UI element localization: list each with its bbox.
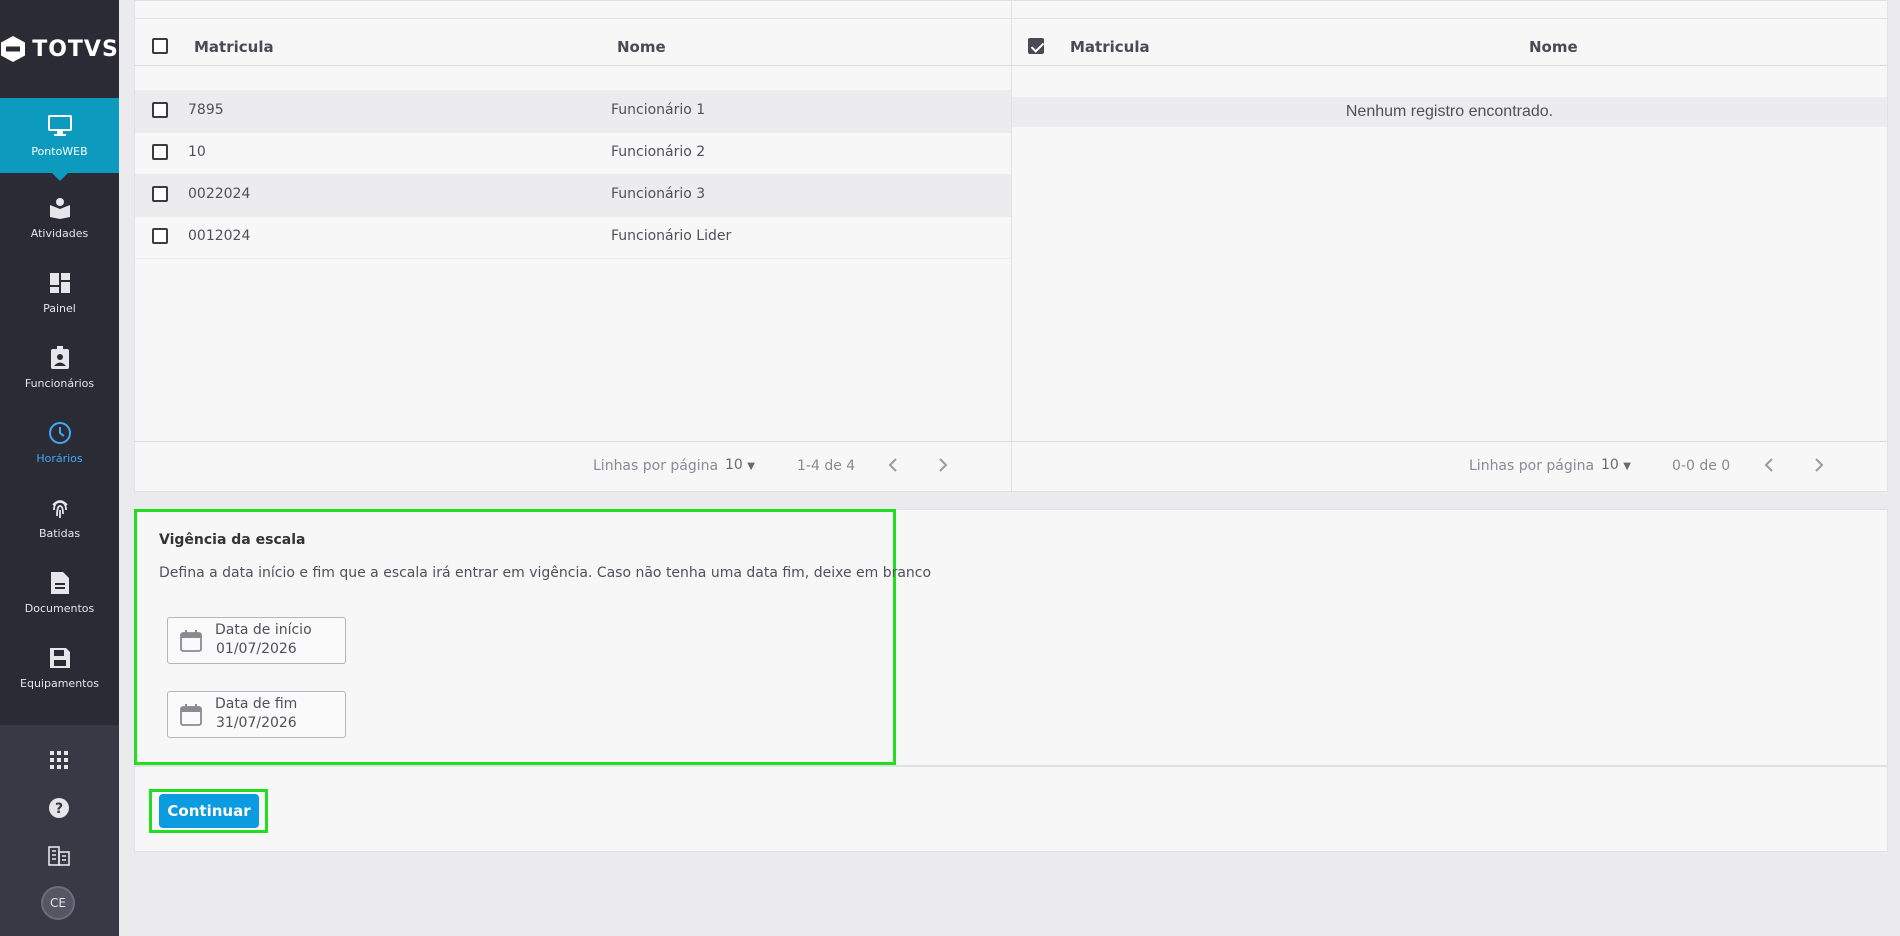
end-date-label: Data de fim [215,696,298,712]
panel-top-strip [135,1,1011,19]
continue-button[interactable]: Continuar [159,794,259,828]
nav-label-atividades: Atividades [30,227,89,240]
end-date-field[interactable]: Data de fim 31/07/2026 [167,691,346,738]
start-date-label: Data de início [215,622,312,638]
nav-item-horarios[interactable]: Horários [0,405,119,480]
totvs-logo-icon [1,36,26,62]
floppy-icon [47,645,73,671]
clock-icon [47,420,73,446]
nav-item-atividades[interactable]: Atividades [0,180,119,255]
header-matricula[interactable]: Matricula [194,38,274,56]
cell-matricula: 10 [188,144,206,160]
row-checkbox[interactable] [152,186,168,202]
logo-text: TOTVS [32,36,119,62]
table-header: Matricula Nome [135,26,1011,66]
table-header: Matricula Nome [1012,26,1887,66]
nav-item-documentos[interactable]: Documentos [0,555,119,630]
table-pagination: Linhas por página 10 ▼ 0-0 de 0 [1012,441,1887,492]
start-date-field[interactable]: Data de início 01/07/2026 [167,617,346,664]
rows-per-page-select[interactable]: 10 ▼ [1601,457,1631,473]
left-table-panel: Matricula Nome 7895 Funcionário 1 10 Fun… [134,0,1012,492]
empty-message: Nenhum registro encontrado. [1012,97,1887,127]
row-checkbox[interactable] [152,228,168,244]
page-range: 0-0 de 0 [1672,458,1731,474]
cell-matricula: 0012024 [188,228,251,244]
nav-label-painel: Painel [43,302,76,315]
caret-down-icon: ▼ [747,461,755,472]
nav-label-funcionarios: Funcionários [24,377,95,390]
start-date-value: 01/07/2026 [216,641,297,657]
cell-matricula: 7895 [188,102,224,118]
nav-label-equipamentos: Equipamentos [20,677,99,690]
table-row[interactable]: 10 Funcionário 2 [135,132,1011,175]
prev-page-icon[interactable] [885,456,903,474]
caret-down-icon: ▼ [1623,461,1631,472]
table-pagination: Linhas por página 10 ▼ 1-4 de 4 [135,441,1011,492]
header-nome[interactable]: Nome [617,38,666,56]
vigencia-description: Defina a data início e fim que a escala … [159,565,932,581]
row-checkbox[interactable] [152,102,168,118]
header-nome[interactable]: Nome [1529,38,1578,56]
sidebar: TOTVS PontoWEB Atividades Painel Funcion… [0,0,119,936]
cell-matricula: 0022024 [188,186,251,202]
rows-per-page-value: 10 [725,457,743,473]
fingerprint-icon [47,495,73,521]
table-row[interactable]: 0012024 Funcionário Lider [135,216,1011,259]
nav-item-painel[interactable]: Painel [0,255,119,330]
nav-label-pontoweb: PontoWEB [31,145,88,158]
header-matricula[interactable]: Matricula [1070,38,1150,56]
cell-nome: Funcionário 1 [611,102,706,118]
apps-grid-icon[interactable] [45,746,73,774]
nav-item-batidas[interactable]: Batidas [0,480,119,555]
cell-nome: Funcionário 3 [611,186,706,202]
actions-bar [134,766,1888,852]
next-page-icon[interactable] [1809,456,1827,474]
help-icon[interactable]: ? [45,794,73,822]
building-icon[interactable] [45,842,73,870]
prev-page-icon[interactable] [1761,456,1779,474]
vigencia-title: Vigência da escala [159,532,306,548]
totvs-logo[interactable]: TOTVS [0,0,119,98]
end-date-value: 31/07/2026 [216,715,297,731]
nav-item-pontoweb[interactable]: PontoWEB [0,98,119,181]
right-table-panel: Matricula Nome Nenhum registro encontrad… [1011,0,1888,492]
select-all-checkbox[interactable] [1028,38,1044,54]
row-checkbox[interactable] [152,144,168,160]
calendar-icon[interactable] [180,630,202,652]
svg-text:?: ? [55,801,63,817]
rows-per-page-label: Linhas por página [593,458,719,474]
rows-per-page-select[interactable]: 10 ▼ [725,457,755,473]
nav-label-batidas: Batidas [38,527,81,540]
badge-icon [47,345,73,371]
avatar[interactable]: CE [41,886,75,920]
table-row[interactable]: 7895 Funcionário 1 [135,90,1011,133]
next-page-icon[interactable] [933,456,951,474]
table-row[interactable]: 0022024 Funcionário 3 [135,174,1011,217]
book-user-icon [47,195,73,221]
rows-per-page-value: 10 [1601,457,1619,473]
calendar-icon[interactable] [180,704,202,726]
dashboard-icon [47,270,73,296]
nav-label-horarios: Horários [36,452,83,465]
nav-label-documentos: Documentos [24,602,95,615]
nav-item-funcionarios[interactable]: Funcionários [0,330,119,405]
panel-top-strip [1012,1,1887,19]
cell-nome: Funcionário 2 [611,144,706,160]
document-icon [47,570,73,596]
page-range: 1-4 de 4 [797,458,856,474]
monitor-icon [47,113,73,139]
cell-nome: Funcionário Lider [611,228,732,244]
select-all-checkbox[interactable] [152,38,168,54]
nav-item-equipamentos[interactable]: Equipamentos [0,630,119,705]
rows-per-page-label: Linhas por página [1469,458,1595,474]
